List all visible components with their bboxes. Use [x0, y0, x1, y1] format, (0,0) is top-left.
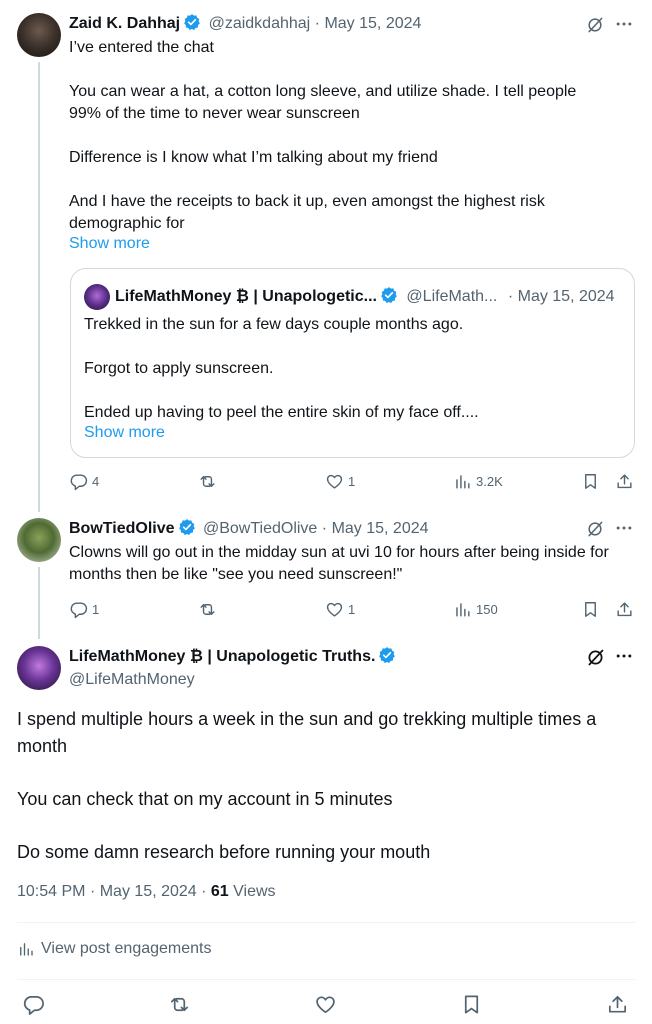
views-icon: [453, 600, 472, 619]
divider: [17, 979, 635, 980]
views-icon: [453, 472, 472, 491]
view-engagements-link[interactable]: View post engagements: [17, 940, 211, 958]
reply-icon: [69, 600, 88, 619]
thread-line: [38, 62, 40, 512]
avatar[interactable]: [17, 518, 61, 562]
views-label: Views: [233, 883, 276, 900]
repost-icon: [198, 600, 217, 619]
post-text: Clowns will go out in the midday sun at …: [69, 544, 609, 583]
post-date[interactable]: May 15, 2024: [324, 15, 421, 32]
quoted-post-text: Trekked in the sun for a few days couple…: [84, 316, 479, 421]
separator: ·: [507, 288, 514, 305]
author-handle[interactable]: @BowTiedOlive: [203, 520, 317, 537]
reply-button[interactable]: 4: [69, 472, 99, 491]
more-icon[interactable]: [614, 14, 634, 34]
reply-button[interactable]: 1: [69, 600, 99, 619]
separator: ·: [314, 15, 320, 32]
repost-button[interactable]: [198, 472, 217, 491]
divider: [17, 922, 635, 923]
avatar: [84, 284, 110, 310]
quoted-post-date: May 15, 2024: [517, 288, 615, 305]
post-text: I’ve entered the chat You can wear a hat…: [69, 39, 577, 232]
quoted-author-name: LifeMathMoney ₿ | Unapologetic...: [115, 288, 377, 305]
grok-icon[interactable]: [585, 519, 605, 539]
post-date[interactable]: May 15, 2024: [100, 883, 197, 900]
separator: ·: [89, 883, 96, 900]
like-button[interactable]: 1: [325, 472, 355, 491]
verified-badge-icon: [380, 286, 398, 304]
like-icon: [325, 600, 344, 619]
grok-icon[interactable]: [585, 647, 606, 668]
reply-count: 4: [92, 474, 100, 489]
bookmark-icon[interactable]: [581, 472, 600, 491]
author-handle[interactable]: @LifeMathMoney: [69, 669, 195, 691]
engagements-label: View post engagements: [41, 940, 212, 957]
more-icon[interactable]: [614, 518, 634, 538]
grok-icon[interactable]: [585, 15, 605, 35]
views-icon: [17, 940, 35, 958]
like-icon: [325, 472, 344, 491]
views-button[interactable]: 150: [453, 600, 498, 619]
thread-line: [38, 567, 40, 639]
repost-button[interactable]: [198, 600, 217, 619]
show-more-link[interactable]: Show more: [84, 424, 165, 442]
verified-badge-icon: [378, 646, 396, 664]
more-icon[interactable]: [614, 646, 634, 666]
avatar[interactable]: [17, 13, 61, 57]
bookmark-icon[interactable]: [581, 600, 600, 619]
quoted-author-handle: @LifeMath...: [406, 288, 498, 305]
views-count: 150: [476, 602, 498, 617]
views-count: 61: [210, 883, 229, 900]
separator: ·: [201, 883, 207, 900]
share-icon[interactable]: [606, 993, 629, 1016]
post-text: I spend multiple hours a week in the sun…: [17, 709, 597, 862]
author-name[interactable]: Zaid K. Dahhaj: [69, 15, 180, 32]
author-handle[interactable]: @zaidkdahhaj: [209, 15, 311, 32]
share-icon[interactable]: [615, 472, 634, 491]
reply-icon[interactable]: [22, 993, 45, 1016]
verified-badge-icon: [183, 13, 201, 31]
author-name[interactable]: BowTiedOlive: [69, 520, 175, 537]
avatar[interactable]: [17, 646, 61, 690]
like-icon[interactable]: [314, 993, 337, 1016]
repost-icon[interactable]: [168, 993, 191, 1016]
post-date[interactable]: May 15, 2024: [332, 520, 429, 537]
separator: ·: [321, 520, 328, 537]
show-more-link[interactable]: Show more: [69, 235, 150, 253]
like-count: 1: [348, 602, 356, 617]
repost-icon: [198, 472, 217, 491]
post-time[interactable]: 10:54 PM: [17, 883, 85, 900]
like-button[interactable]: 1: [325, 600, 355, 619]
reply-icon: [69, 472, 88, 491]
views-count: 3.2K: [476, 474, 503, 489]
reply-count: 1: [92, 602, 100, 617]
quoted-post[interactable]: LifeMathMoney ₿ | Unapologetic... @LifeM…: [70, 268, 635, 458]
share-icon[interactable]: [615, 600, 634, 619]
verified-badge-icon: [178, 518, 196, 536]
bookmark-icon[interactable]: [460, 993, 483, 1016]
views-button[interactable]: 3.2K: [453, 472, 503, 491]
author-name[interactable]: LifeMathMoney ₿ | Unapologetic Truths.: [69, 648, 375, 665]
like-count: 1: [348, 474, 356, 489]
